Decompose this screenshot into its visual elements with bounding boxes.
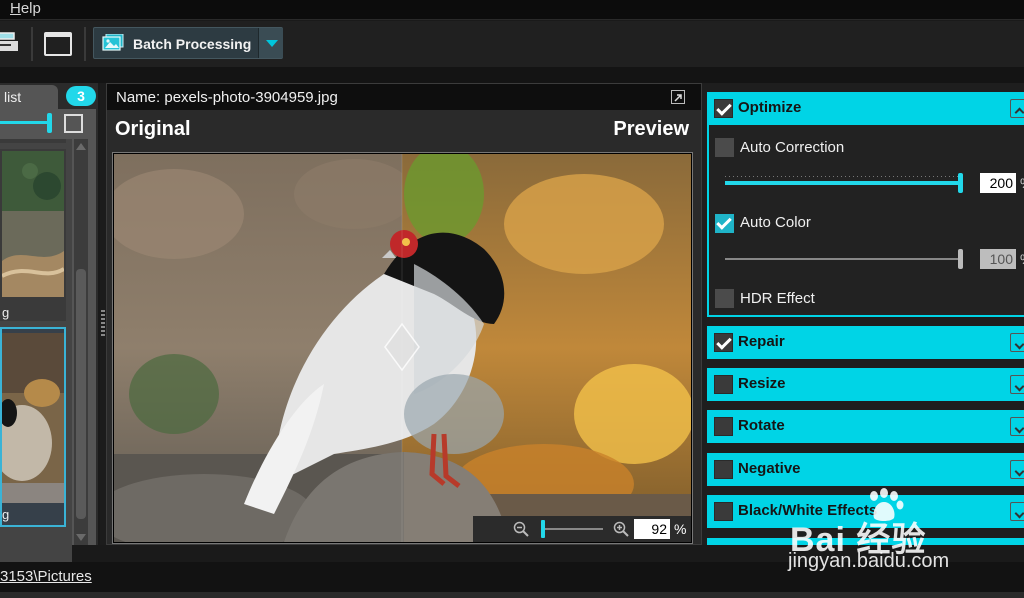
section-resize[interactable]: Resize	[707, 368, 1024, 401]
chevron-down-icon[interactable]	[1010, 417, 1024, 436]
chevron-up-icon[interactable]	[1010, 99, 1024, 118]
chevron-down-icon[interactable]	[1010, 375, 1024, 394]
hdr-effect-label: HDR Effect	[740, 290, 815, 307]
auto-correction-unit: %	[1020, 175, 1024, 191]
select-all-checkbox[interactable]	[64, 114, 83, 133]
compare-photo[interactable]	[114, 154, 691, 542]
section-label: Negative	[738, 460, 801, 477]
auto-correction-slider[interactable]	[725, 173, 963, 193]
resize-checkbox[interactable]	[714, 375, 733, 394]
batch-processing-button[interactable]: Batch Processing	[93, 27, 283, 59]
bottom-border	[0, 592, 1024, 598]
scroll-down-icon[interactable]	[76, 534, 86, 541]
thumbnail-label: g	[2, 507, 10, 522]
baidu-watermark: Bai 经验 jingyan.baidu.com	[782, 488, 1022, 578]
auto-color-slider-handle[interactable]	[958, 249, 963, 269]
zoom-unit: %	[674, 521, 687, 537]
thumbnail-partial[interactable]	[0, 139, 66, 143]
auto-color-unit: %	[1020, 251, 1024, 267]
file-count-badge: 3	[66, 86, 96, 106]
preview-label: Preview	[613, 118, 689, 140]
auto-correction-value[interactable]: 200	[980, 173, 1016, 193]
zoom-out-icon[interactable]	[513, 521, 529, 537]
optimize-body: Auto Correction 200 % Auto Color 100 % H…	[707, 125, 1024, 317]
section-label: Repair	[738, 333, 785, 350]
batch-dropdown-chevron-icon[interactable]	[258, 28, 283, 58]
auto-correction-label: Auto Correction	[740, 139, 845, 156]
toolbar-bottom-band	[0, 67, 1024, 83]
file-list-tab-label: list	[4, 89, 22, 105]
menu-help[interactable]: Help	[10, 0, 41, 17]
auto-color-value[interactable]: 100	[980, 249, 1016, 269]
section-repair[interactable]: Repair	[707, 326, 1024, 359]
section-negative[interactable]: Negative	[707, 453, 1024, 486]
file-list-scrollbar[interactable]	[74, 139, 88, 545]
effects-panel: Optimize Auto Correction 200 % Auto Colo…	[702, 83, 1024, 545]
file-list-tab[interactable]: list	[0, 85, 58, 109]
auto-color-checkbox[interactable]	[715, 214, 734, 233]
original-label: Original	[115, 118, 191, 140]
scroll-up-icon[interactable]	[76, 143, 86, 150]
auto-color-slider[interactable]	[725, 249, 963, 269]
slider-ticks	[725, 176, 963, 177]
section-optimize[interactable]: Optimize	[707, 92, 1024, 125]
section-label: Resize	[738, 375, 786, 392]
negative-checkbox[interactable]	[714, 460, 733, 479]
preview-panel: Name: pexels-photo-3904959.jpg Original …	[106, 83, 702, 545]
file-list-panel: list 3 g g	[0, 83, 98, 571]
zoom-input[interactable]: 92	[634, 519, 670, 539]
chevron-down-icon[interactable]	[1010, 333, 1024, 352]
file-name: Name: pexels-photo-3904959.jpg	[116, 89, 338, 106]
section-label: Rotate	[738, 417, 785, 434]
auto-color-label: Auto Color	[740, 214, 811, 231]
zoom-slider-handle[interactable]	[541, 520, 545, 538]
folder-path-link[interactable]: 3153\Pictures	[0, 568, 92, 585]
thumbnail-grid: g g	[0, 139, 72, 571]
auto-correction-slider-fill	[725, 181, 963, 185]
scanner-icon[interactable]	[0, 30, 20, 54]
watermark-url: jingyan.baidu.com	[788, 550, 950, 572]
toolbar-separator	[84, 27, 86, 61]
optimize-checkbox[interactable]	[714, 99, 733, 118]
thumb-size-slider[interactable]	[0, 121, 50, 124]
file-list-scroll-thumb[interactable]	[76, 269, 86, 519]
batch-images-icon	[102, 34, 124, 51]
section-label: Optimize	[738, 99, 802, 116]
thumbnail-label: g	[2, 305, 10, 320]
thumbnail-image	[2, 151, 64, 297]
toolbar: Batch Processing	[0, 21, 1024, 67]
thumb-size-slider-handle[interactable]	[47, 113, 52, 133]
thumbnail-image	[2, 333, 64, 503]
menu-bar: Help	[0, 0, 1024, 20]
file-list-body: g g	[0, 109, 96, 571]
photo-frame: 92 %	[112, 152, 693, 544]
repair-checkbox[interactable]	[714, 333, 733, 352]
zoom-bar: 92 %	[473, 516, 691, 542]
chevron-down-icon[interactable]	[1010, 460, 1024, 479]
black-white-checkbox[interactable]	[714, 502, 733, 521]
thumbnail-item[interactable]: g	[0, 149, 66, 321]
batch-processing-label: Batch Processing	[133, 36, 252, 52]
expand-icon[interactable]	[671, 90, 685, 104]
file-name-bar: Name: pexels-photo-3904959.jpg	[107, 84, 701, 110]
auto-correction-slider-handle[interactable]	[958, 173, 963, 193]
section-rotate[interactable]: Rotate	[707, 410, 1024, 443]
thumbnail-item-selected[interactable]: g	[0, 327, 66, 527]
zoom-in-icon[interactable]	[613, 521, 629, 537]
toolbar-separator	[31, 27, 33, 61]
rotate-checkbox[interactable]	[714, 417, 733, 436]
splitter-grip-icon[interactable]	[101, 310, 105, 336]
window-icon[interactable]	[44, 32, 72, 56]
zoom-slider[interactable]	[541, 528, 603, 530]
auto-correction-checkbox[interactable]	[715, 138, 734, 157]
hdr-effect-checkbox[interactable]	[715, 289, 734, 308]
